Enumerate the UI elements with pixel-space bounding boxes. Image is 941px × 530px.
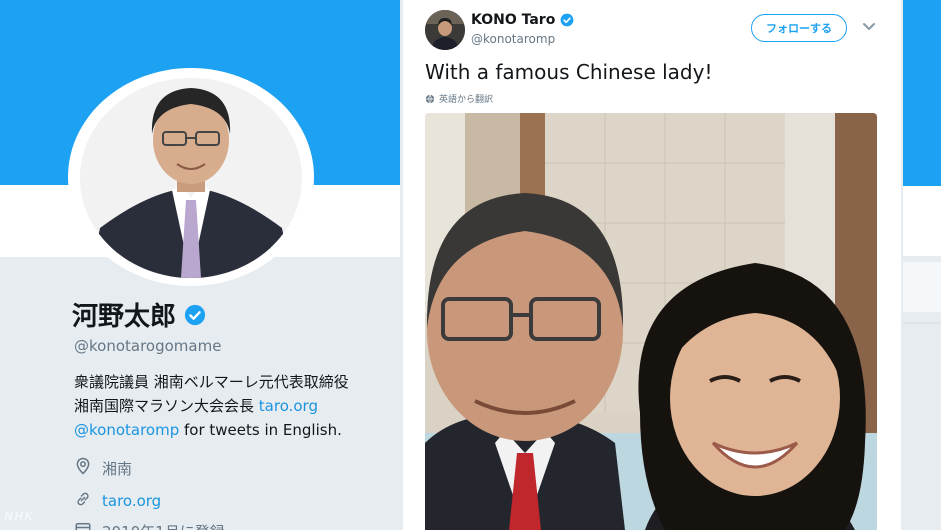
joined-text: 2010年1月に登録 <box>102 521 225 530</box>
tweet-photo-image <box>425 113 877 530</box>
location-pin-icon <box>74 457 92 479</box>
follow-button[interactable]: フォローする <box>751 14 847 42</box>
tweet-author-name-text: KONO Taro <box>471 12 556 28</box>
bio-line-1: 衆議院議員 湘南ベルマーレ元代表取締役 <box>74 373 349 391</box>
profile-location: 湘南 <box>74 457 132 479</box>
verified-badge-icon <box>184 304 206 326</box>
tweet-text: With a famous Chinese lady! <box>425 60 713 84</box>
right-strip-row <box>903 262 941 312</box>
tweet-author-handle[interactable]: @konotaromp <box>471 32 555 46</box>
calendar-icon <box>74 520 92 530</box>
profile-joined: 2010年1月に登録 <box>74 520 225 530</box>
profile-website: taro.org <box>74 490 161 512</box>
translate-link[interactable]: 英語から翻訳 <box>425 92 493 105</box>
chevron-down-icon[interactable] <box>861 18 877 34</box>
location-text: 湘南 <box>102 459 133 478</box>
tweet-author-name[interactable]: KONO Taro <box>471 12 574 28</box>
bio-line-3: @konotaromp for tweets in English. <box>74 418 394 442</box>
profile-panel: 河野太郎 @konotarogomame 衆議院議員 湘南ベルマーレ元代表取締役… <box>0 0 400 530</box>
bio-line-3-text: for tweets in English. <box>179 421 342 439</box>
tweet-photo[interactable] <box>425 113 877 530</box>
broadcaster-watermark: NHK <box>4 510 34 523</box>
right-strip-banner <box>903 0 941 186</box>
right-strip-card <box>903 186 941 256</box>
bio-website-link[interactable]: taro.org <box>259 397 318 415</box>
profile-display-name: 河野太郎 <box>72 296 206 333</box>
bio-line-2-text: 湘南国際マラソン大会会長 <box>74 397 259 415</box>
tweet-card: KONO Taro @konotaromp フォローする With a famo… <box>403 0 901 530</box>
right-strip-divider <box>903 322 941 324</box>
profile-avatar-photo <box>80 78 302 278</box>
tweet-author-avatar[interactable] <box>425 10 465 50</box>
website-link[interactable]: taro.org <box>102 492 161 510</box>
tweet-author-avatar-photo <box>425 10 465 50</box>
profile-avatar[interactable] <box>80 78 302 278</box>
link-icon <box>74 490 92 512</box>
bio-line-2: 湘南国際マラソン大会会長 taro.org <box>74 394 394 418</box>
bio-english-account-link[interactable]: @konotaromp <box>74 421 179 439</box>
profile-bio: 衆議院議員 湘南ベルマーレ元代表取締役 湘南国際マラソン大会会長 taro.or… <box>74 370 394 442</box>
display-name-text: 河野太郎 <box>72 302 177 332</box>
profile-handle[interactable]: @konotarogomame <box>74 337 221 355</box>
translate-label: 英語から翻訳 <box>439 95 494 105</box>
verified-badge-icon <box>560 13 574 27</box>
globe-icon <box>425 94 435 104</box>
right-strip <box>903 0 941 530</box>
